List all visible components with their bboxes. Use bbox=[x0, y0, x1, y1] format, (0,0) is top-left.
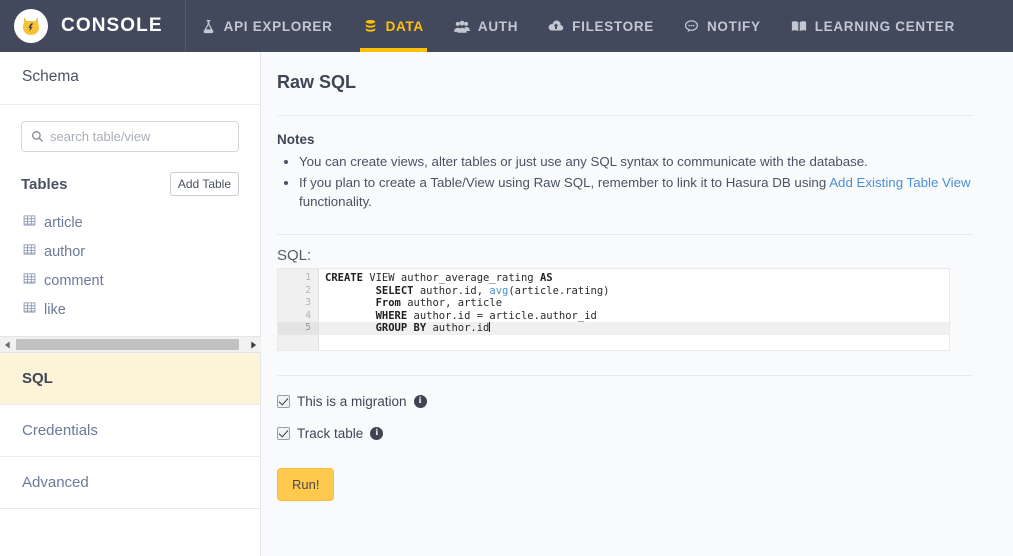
flask-icon bbox=[201, 19, 216, 34]
nav-item-data[interactable]: DATA bbox=[348, 0, 439, 52]
sidebar: Schema Tables Add Table bbox=[0, 52, 261, 556]
brand-logo[interactable]: CONSOLE bbox=[0, 0, 186, 52]
nav-label-data: DATA bbox=[385, 18, 424, 34]
chat-bubble-icon bbox=[684, 19, 699, 34]
nav-item-notify[interactable]: NOTIFY bbox=[669, 0, 776, 52]
hasura-mascot-icon bbox=[14, 9, 48, 43]
editor-gutter: 1 2 3 4 5 bbox=[278, 269, 319, 350]
table-list: article author comment like bbox=[21, 208, 239, 324]
option-migration-row: This is a migration i bbox=[277, 394, 973, 409]
table-icon bbox=[23, 243, 36, 260]
add-table-button[interactable]: Add Table bbox=[169, 172, 239, 196]
main-content: Raw SQL Notes You can create views, alte… bbox=[261, 52, 1013, 556]
line-number: 4 bbox=[305, 309, 311, 321]
nav-label-api-explorer: API EXPLORER bbox=[223, 18, 333, 34]
note-item: If you plan to create a Table/View using… bbox=[299, 172, 973, 212]
table-item-article[interactable]: article bbox=[21, 208, 239, 237]
search-table-view-box[interactable] bbox=[21, 121, 239, 152]
tables-header-row: Tables Add Table bbox=[21, 172, 239, 196]
nav-label-filestore: FILESTORE bbox=[572, 18, 654, 34]
table-item-like[interactable]: like bbox=[21, 295, 239, 324]
page-title: Raw SQL bbox=[277, 72, 357, 92]
track-table-checkbox[interactable] bbox=[277, 427, 290, 440]
info-icon[interactable]: i bbox=[413, 395, 427, 408]
table-icon bbox=[23, 301, 36, 318]
caret-left-icon[interactable] bbox=[0, 337, 15, 352]
search-input[interactable] bbox=[50, 129, 230, 144]
note-text: You can create views, alter tables or ju… bbox=[299, 154, 868, 169]
code-line-1: CREATE VIEW author_average_rating AS bbox=[325, 272, 553, 284]
options-section: This is a migration i Track table i Run! bbox=[277, 375, 973, 501]
table-item-author[interactable]: author bbox=[21, 237, 239, 266]
caret-right-icon[interactable] bbox=[246, 337, 261, 352]
table-name: like bbox=[44, 301, 66, 318]
track-table-label: Track table bbox=[297, 426, 364, 441]
code-line-2: SELECT author.id, avg(article.rating) bbox=[375, 284, 610, 297]
line-number: 3 bbox=[305, 297, 311, 308]
main-inner: Raw SQL Notes You can create views, alte… bbox=[261, 52, 1013, 501]
brand-title: CONSOLE bbox=[61, 15, 163, 36]
info-icon[interactable]: i bbox=[370, 427, 384, 440]
table-name: article bbox=[44, 214, 83, 231]
tables-label: Tables bbox=[21, 175, 68, 193]
nav-item-filestore[interactable]: FILESTORE bbox=[533, 0, 669, 52]
page-shell: Schema Tables Add Table bbox=[0, 52, 1013, 556]
nav-label-learning-center: LEARNING CENTER bbox=[814, 18, 955, 34]
cloud-upload-icon bbox=[548, 19, 564, 34]
migration-checkbox[interactable] bbox=[277, 395, 290, 408]
editor-code-area[interactable]: CREATE VIEW author_average_rating AS SEL… bbox=[319, 269, 949, 350]
users-icon bbox=[454, 19, 470, 34]
sidebar-links: SQL Credentials Advanced bbox=[0, 352, 260, 509]
migration-label: This is a migration bbox=[297, 394, 407, 409]
sidebar-item-credentials[interactable]: Credentials bbox=[0, 405, 260, 457]
note-item: You can create views, alter tables or ju… bbox=[299, 151, 973, 172]
table-item-comment[interactable]: comment bbox=[21, 266, 239, 295]
notes-list: You can create views, alter tables or ju… bbox=[299, 151, 973, 212]
run-button[interactable]: Run! bbox=[277, 468, 335, 501]
table-icon bbox=[23, 272, 36, 289]
code-line-5: GROUP BY author.id bbox=[319, 322, 949, 335]
table-icon bbox=[23, 214, 36, 231]
sql-label: SQL: bbox=[277, 247, 312, 264]
option-track-table-row: Track table i bbox=[277, 426, 973, 441]
sidebar-header: Schema bbox=[0, 52, 260, 105]
notes-title: Notes bbox=[277, 132, 315, 147]
sql-editor[interactable]: 1 2 3 4 5 CREATE VIEW author_average_rat… bbox=[277, 268, 950, 351]
note-text: If you plan to create a Table/View using… bbox=[299, 175, 830, 190]
sidebar-item-advanced[interactable]: Advanced bbox=[0, 457, 260, 509]
note-text-suffix: functionality. bbox=[299, 194, 372, 209]
open-book-icon bbox=[791, 19, 807, 34]
notes-block: Notes You can create views, alter tables… bbox=[277, 116, 973, 212]
sidebar-horizontal-scrollbar[interactable] bbox=[0, 336, 261, 352]
scrollbar-thumb[interactable] bbox=[16, 339, 239, 350]
nav-label-notify: NOTIFY bbox=[706, 18, 761, 34]
code-line-4: WHERE author.id = article.author_id bbox=[375, 309, 597, 322]
add-existing-table-view-link[interactable]: Add Existing Table View bbox=[829, 175, 970, 190]
search-icon bbox=[31, 130, 44, 143]
nav-item-auth[interactable]: AUTH bbox=[439, 0, 533, 52]
code-line-3: From author, article bbox=[375, 297, 503, 309]
nav-item-learning-center[interactable]: LEARNING CENTER bbox=[776, 0, 970, 52]
table-name: author bbox=[44, 243, 86, 260]
database-icon bbox=[363, 19, 378, 34]
nav-item-api-explorer[interactable]: API EXPLORER bbox=[186, 0, 348, 52]
scrollbar-track[interactable] bbox=[15, 337, 246, 352]
sidebar-body: Tables Add Table article bbox=[0, 105, 260, 324]
sidebar-item-sql[interactable]: SQL bbox=[0, 353, 260, 405]
nav-items: API EXPLORER DATA AUTH FILESTORE NOTIFY … bbox=[186, 0, 970, 52]
nav-label-auth: AUTH bbox=[477, 18, 519, 34]
top-navigation-bar: CONSOLE API EXPLORER DATA AUTH FILESTORE… bbox=[0, 0, 1013, 52]
sql-section: SQL: 1 2 3 4 5 CREATE VIEW author_averag… bbox=[277, 234, 973, 351]
line-number-active: 5 bbox=[278, 322, 318, 335]
table-name: comment bbox=[44, 272, 104, 289]
line-number: 2 bbox=[305, 284, 311, 296]
line-number: 1 bbox=[305, 272, 311, 283]
